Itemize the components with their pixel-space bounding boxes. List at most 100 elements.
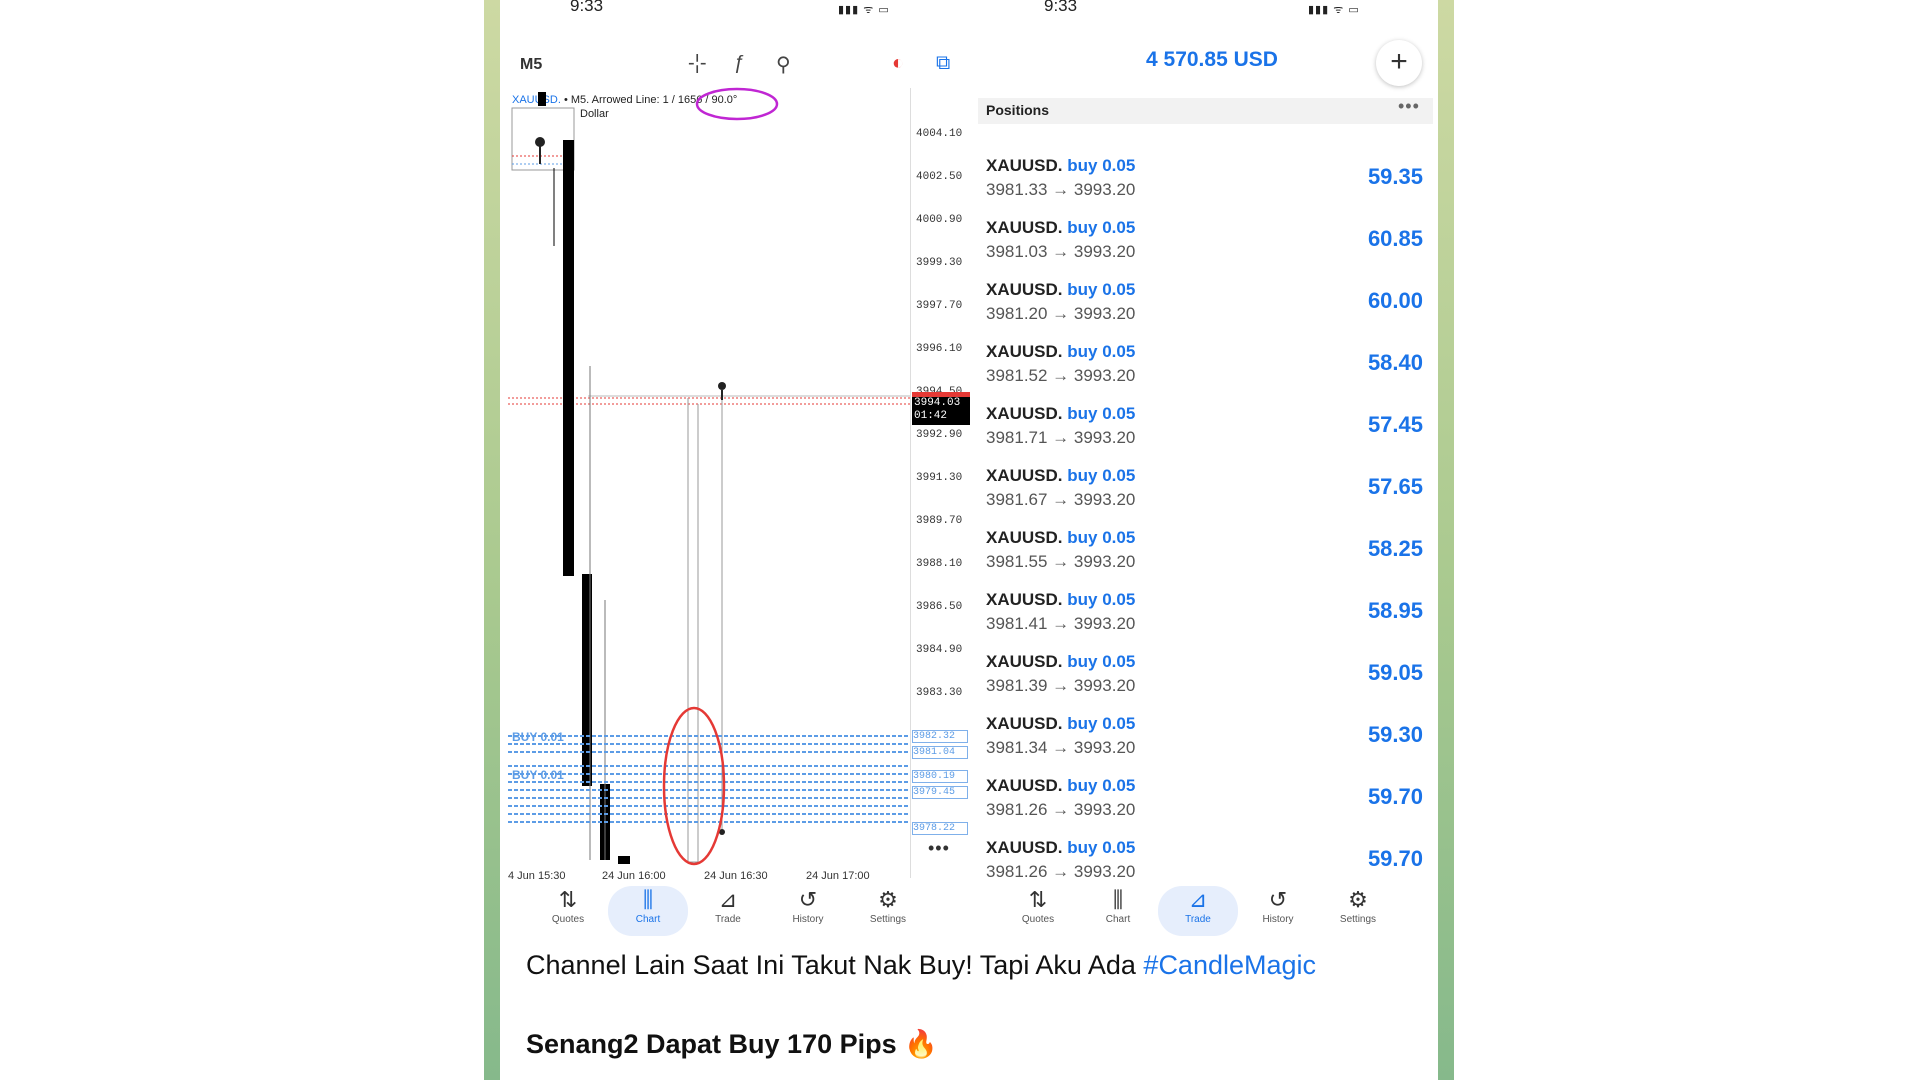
position-row[interactable]: XAUUSD. buy 0.05 3981.03 → 3993.20 60.85 <box>978 214 1433 276</box>
positions-more-button[interactable]: ••• <box>1398 96 1420 117</box>
hashtag-link[interactable]: #CandleMagic <box>1143 950 1316 980</box>
position-prices: 3981.26 → 3993.20 <box>986 862 1136 881</box>
position-symbol: XAUUSD. buy 0.05 <box>986 590 1136 609</box>
tab-label: Settings <box>869 914 907 925</box>
position-row[interactable]: XAUUSD. buy 0.05 3981.34 → 3993.20 59.30 <box>978 710 1433 772</box>
price-tick: 3996.10 <box>916 343 963 355</box>
position-prices: 3981.52 → 3993.20 <box>986 366 1136 385</box>
tab-label: Quotes <box>551 914 585 925</box>
position-row[interactable]: XAUUSD. buy 0.05 3981.52 → 3993.20 58.40 <box>978 338 1433 400</box>
position-prices: 3981.39 → 3993.20 <box>986 676 1136 695</box>
tab-quotes[interactable]: ⇅ Quotes <box>528 886 608 936</box>
caption-line-2: Senang2 Dapat Buy 170 Pips 🔥 <box>526 1028 938 1060</box>
chart-screenshot[interactable]: 9:33 ▮▮▮ ᯤ ▭ M5 -¦- ƒ ⚲ ◐ ⧉ XAUUSD. • M5… <box>508 0 970 938</box>
position-row[interactable]: XAUUSD. buy 0.05 3981.55 → 3993.20 58.25 <box>978 524 1433 586</box>
position-profit: 58.25 <box>1367 536 1423 561</box>
tab-chart[interactable]: ⫼ Chart <box>1078 886 1158 936</box>
tab-label: Chart <box>635 914 661 925</box>
candle-timer: 01:42 <box>914 410 948 422</box>
buy-label: BUY 0.01 <box>512 768 564 782</box>
position-profit: 59.30 <box>1367 722 1423 747</box>
position-profit: 57.65 <box>1367 474 1423 499</box>
position-prices: 3981.26 → 3993.20 <box>986 800 1136 819</box>
buy-price-tag: 3978.22 <box>912 822 968 835</box>
balance-value: 4 570.85 USD <box>1146 48 1278 71</box>
position-row[interactable]: XAUUSD. buy 0.05 3981.67 → 3993.20 57.65 <box>978 462 1433 524</box>
price-tick: 3984.90 <box>916 644 963 656</box>
buy-lines <box>508 735 910 823</box>
position-symbol: XAUUSD. buy 0.05 <box>986 218 1136 237</box>
tab-label: History <box>1262 914 1294 925</box>
trade-icon: ⊿ <box>1188 887 1208 912</box>
tab-trade[interactable]: ⊿ Trade <box>1158 886 1238 936</box>
price-tick: 3991.30 <box>916 472 963 484</box>
status-time: 9:33 <box>1044 0 1078 15</box>
tab-settings[interactable]: ⚙ Settings <box>1318 886 1398 936</box>
caption-line-1: Channel Lain Saat Ini Takut Nak Buy! Tap… <box>526 950 1316 981</box>
time-tick: 4 Jun 15:30 <box>508 870 566 882</box>
current-price-tag: 3994.03 01:42 <box>912 397 970 425</box>
position-symbol: XAUUSD. buy 0.05 <box>986 838 1136 857</box>
position-profit: 60.85 <box>1367 226 1423 251</box>
quotes-icon: ⇅ <box>558 887 578 912</box>
position-prices: 3981.03 → 3993.20 <box>986 242 1136 261</box>
tab-chart[interactable]: ⫼ Chart <box>608 886 688 936</box>
new-order-button[interactable]: + <box>1376 40 1422 86</box>
position-profit: 60.00 <box>1367 288 1423 313</box>
position-symbol: XAUUSD. buy 0.05 <box>986 280 1136 299</box>
position-row[interactable]: XAUUSD. buy 0.05 3981.71 → 3993.20 57.45 <box>978 400 1433 462</box>
more-button[interactable]: ••• <box>928 838 950 859</box>
price-tick: 3989.70 <box>916 515 963 527</box>
time-tick: 24 Jun 16:30 <box>704 870 768 882</box>
fire-icon: 🔥 <box>904 1029 938 1059</box>
price-tick: 4000.90 <box>916 214 963 226</box>
position-row[interactable]: XAUUSD. buy 0.05 3981.20 → 3993.20 60.00 <box>978 276 1433 338</box>
tab-history[interactable]: ↺ History <box>768 886 848 936</box>
history-icon: ↺ <box>1268 887 1288 912</box>
position-row[interactable]: XAUUSD. buy 0.05 3981.33 → 3993.20 59.35 <box>978 152 1433 214</box>
position-profit: 59.70 <box>1367 784 1423 809</box>
position-prices: 3981.71 → 3993.20 <box>986 428 1136 447</box>
trade-screenshot[interactable]: 9:33 ▮▮▮ ᯤ ▭ 4 570.85 USD + Positions ••… <box>978 0 1433 938</box>
chart-icon: ⫼ <box>1112 887 1124 912</box>
position-symbol: XAUUSD. buy 0.05 <box>986 156 1136 175</box>
position-symbol: XAUUSD. buy 0.05 <box>986 652 1136 671</box>
position-profit: 57.45 <box>1367 412 1423 437</box>
position-prices: 3981.67 → 3993.20 <box>986 490 1136 509</box>
price-tick: 4004.10 <box>916 128 963 140</box>
time-tick: 24 Jun 16:00 <box>602 870 666 882</box>
arrow-figure-icon <box>718 382 726 390</box>
position-row[interactable]: XAUUSD. buy 0.05 3981.26 → 3993.20 59.70 <box>978 772 1433 834</box>
buy-price-tag: 3979.45 <box>912 786 968 799</box>
position-row[interactable]: XAUUSD. buy 0.05 3981.41 → 3993.20 58.95 <box>978 586 1433 648</box>
tab-quotes[interactable]: ⇅ Quotes <box>998 886 1078 936</box>
status-icons: ▮▮▮ ᯤ ▭ <box>1308 4 1360 16</box>
price-tick: 3988.10 <box>916 558 963 570</box>
tab-history[interactable]: ↺ History <box>1238 886 1318 936</box>
price-tick: 3983.30 <box>916 687 963 699</box>
tab-label: Settings <box>1339 914 1377 925</box>
position-symbol: XAUUSD. buy 0.05 <box>986 776 1136 795</box>
price-tick: 4002.50 <box>916 171 963 183</box>
tab-trade[interactable]: ⊿ Trade <box>688 886 768 936</box>
tab-settings[interactable]: ⚙ Settings <box>848 886 928 936</box>
tab-label: Chart <box>1105 914 1131 925</box>
position-profit: 59.05 <box>1367 660 1423 685</box>
position-symbol: XAUUSD. buy 0.05 <box>986 714 1136 733</box>
tab-label: Trade <box>715 914 741 925</box>
candle <box>618 856 630 864</box>
caption-text: Channel Lain Saat Ini Takut Nak Buy! Tap… <box>526 950 1144 980</box>
position-profit: 58.95 <box>1367 598 1423 623</box>
buy-price-tag: 3980.19 <box>912 770 968 783</box>
bottom-tab-bar: ⇅ Quotes ⫼ Chart ⊿ Trade ↺ History ⚙ Settings <box>998 886 1418 936</box>
time-tick: 24 Jun 17:00 <box>806 870 870 882</box>
bottom-tab-bar: ⇅ Quotes ⫼ Chart ⊿ Trade ↺ History ⚙ Settings <box>528 886 958 936</box>
chart-drawing <box>508 87 910 866</box>
buy-price-tag: 3981.04 <box>912 746 968 759</box>
position-prices: 3981.20 → 3993.20 <box>986 304 1136 323</box>
chart-icon: ⫼ <box>642 887 654 912</box>
position-profit: 59.70 <box>1367 846 1423 871</box>
position-row[interactable]: XAUUSD. buy 0.05 3981.39 → 3993.20 59.05 <box>978 648 1433 710</box>
price-tick: 3997.70 <box>916 300 963 312</box>
position-profit: 58.40 <box>1367 350 1423 375</box>
